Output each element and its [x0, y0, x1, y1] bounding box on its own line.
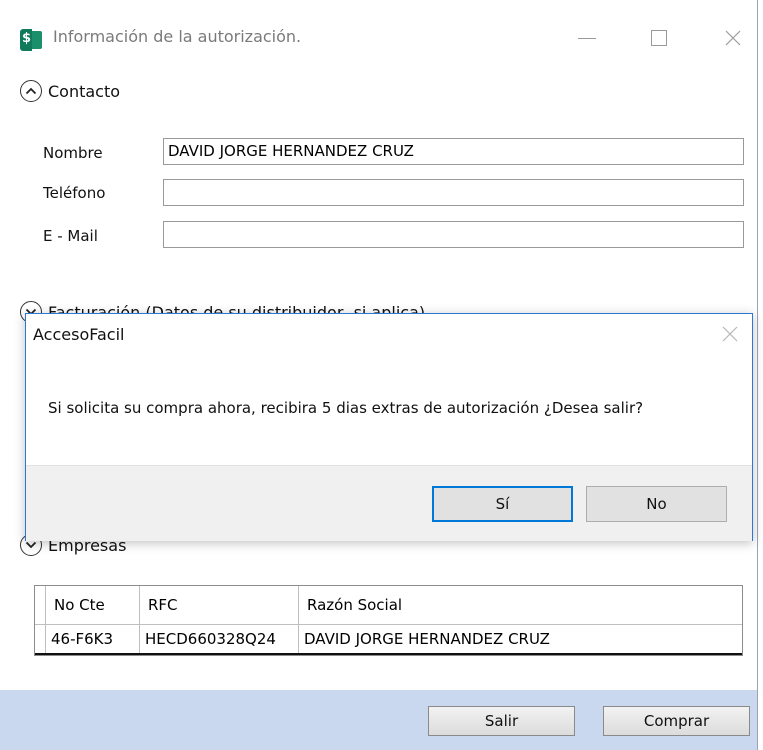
row-header-corner [35, 586, 46, 624]
main-window: $ Información de la autorización. Contac… [0, 0, 758, 750]
maximize-icon [651, 30, 667, 46]
column-header[interactable]: RFC [140, 586, 299, 624]
close-button[interactable] [710, 20, 756, 56]
nombre-label: Nombre [43, 144, 103, 162]
table-cell[interactable]: HECD660328Q24 [140, 625, 299, 653]
comprar-button[interactable]: Comprar [603, 706, 750, 736]
salir-button[interactable]: Salir [428, 706, 575, 736]
minimize-icon [578, 37, 596, 39]
nombre-field[interactable]: DAVID JORGE HERNANDEZ CRUZ [163, 138, 744, 165]
minimize-button[interactable] [564, 20, 610, 56]
dialog-close-button[interactable] [718, 322, 742, 346]
dialog-title: AccesoFacil [33, 325, 125, 344]
collapse-chevron-up-icon[interactable] [20, 80, 42, 102]
table-cell[interactable]: DAVID JORGE HERNANDEZ CRUZ [299, 625, 742, 653]
row-header[interactable] [35, 625, 46, 653]
column-header[interactable]: Razón Social [299, 586, 742, 624]
dialog-button-area: Sí No [26, 465, 752, 541]
yes-button[interactable]: Sí [432, 486, 573, 522]
dialog-close-icon [722, 326, 738, 342]
section-contacto-label: Contacto [48, 81, 121, 101]
title-bar: $ Información de la autorización. [0, 0, 758, 80]
close-icon [725, 30, 741, 46]
table-cell[interactable]: 46-F6K3 [46, 625, 140, 653]
email-field[interactable] [163, 221, 744, 248]
email-label: E - Mail [43, 227, 98, 245]
telefono-field[interactable] [163, 179, 744, 206]
maximize-button[interactable] [636, 20, 682, 56]
section-contacto-header[interactable]: Contacto [20, 77, 120, 105]
window-title: Información de la autorización. [53, 27, 302, 46]
dialog-message: Si solicita su compra ahora, recibira 5 … [48, 399, 644, 417]
telefono-label: Teléfono [43, 184, 106, 202]
app-icon: $ [20, 29, 42, 51]
table-row[interactable]: 46-F6K3 HECD660328Q24 DAVID JORGE HERNAN… [35, 624, 742, 655]
empresas-table[interactable]: No Cte RFC Razón Social 46-F6K3 HECD6603… [34, 585, 743, 656]
no-button[interactable]: No [586, 486, 727, 522]
table-header: No Cte RFC Razón Social [35, 586, 742, 624]
message-dialog: AccesoFacil Si solicita su compra ahora,… [25, 313, 753, 541]
column-header[interactable]: No Cte [46, 586, 140, 624]
